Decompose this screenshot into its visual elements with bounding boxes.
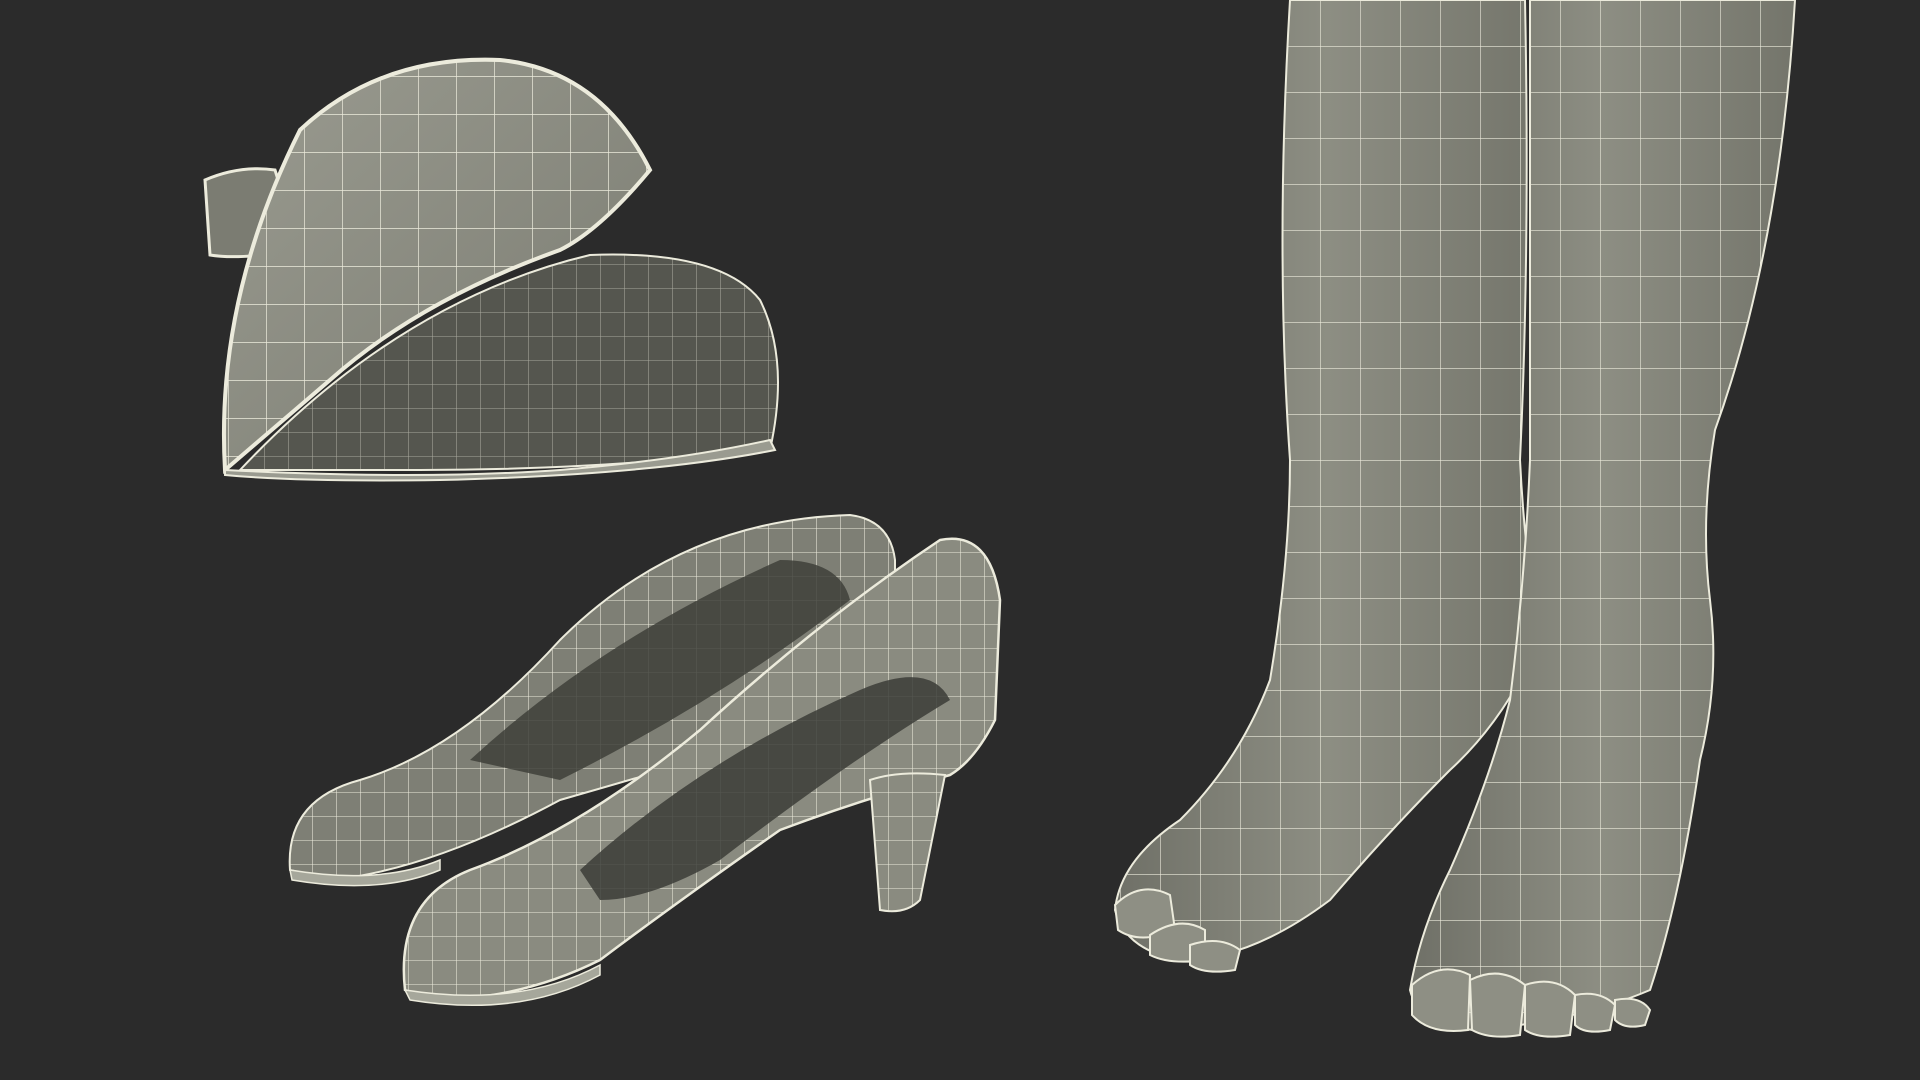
garrison-cap — [203, 57, 779, 482]
legs-and-feet — [1113, 0, 1797, 1038]
wireframe-render-scene — [203, 0, 1797, 1038]
high-heel-pumps — [288, 513, 1002, 1007]
